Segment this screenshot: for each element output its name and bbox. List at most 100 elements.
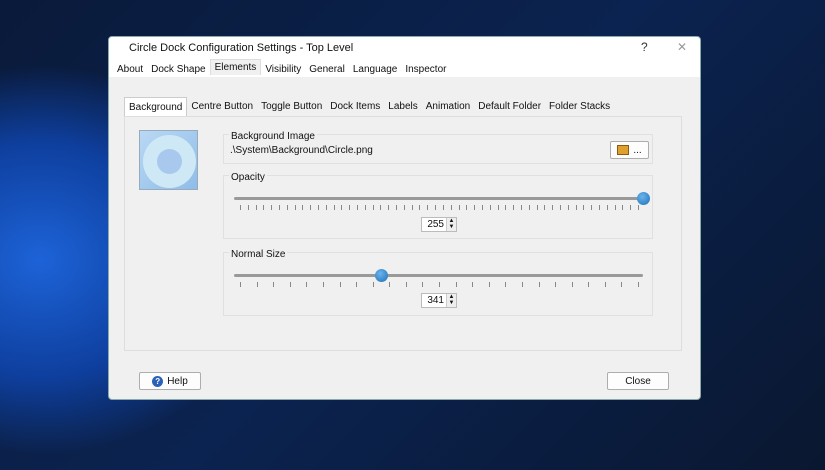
tab-elements[interactable]: Elements [209, 59, 262, 75]
tick-mark [614, 205, 616, 210]
close-button[interactable]: Close [607, 372, 669, 390]
tick-mark [505, 282, 507, 287]
normal-size-spinbox[interactable]: 341 ▲ ▼ [421, 293, 457, 308]
opacity-group: Opacity 255 ▲ ▼ [223, 172, 653, 239]
subtab-background[interactable]: Background [124, 97, 188, 117]
help-title-button[interactable]: ? [641, 40, 648, 54]
tick-mark [439, 282, 440, 287]
tab-general[interactable]: General [305, 62, 349, 77]
tick-mark [380, 205, 382, 210]
tick-mark [256, 282, 258, 287]
tick-mark [263, 205, 265, 210]
tick-mark [388, 205, 390, 210]
subtab-toggle-button[interactable]: Toggle Button [257, 97, 326, 117]
tick-mark [505, 205, 507, 210]
tick-mark [489, 205, 491, 210]
spin-arrows-icon[interactable]: ▲ ▼ [446, 218, 456, 231]
normal-size-label: Normal Size [229, 249, 288, 260]
tick-mark [575, 205, 577, 210]
tick-mark [552, 205, 554, 210]
tab-visibility[interactable]: Visibility [261, 62, 305, 77]
tab-about[interactable]: About [113, 62, 147, 77]
normal-size-slider-thumb[interactable] [375, 269, 389, 282]
subtab-default-folder[interactable]: Default Folder [474, 97, 545, 117]
background-panel: Background Image .\System\Background\Cir… [124, 116, 682, 351]
main-tabs: About Dock Shape Elements Visibility Gen… [109, 59, 700, 77]
tick-mark [538, 282, 540, 287]
tick-mark [591, 205, 593, 210]
tick-mark [325, 205, 327, 210]
tick-mark [372, 205, 374, 210]
opacity-spinbox[interactable]: 255 ▲ ▼ [421, 217, 457, 232]
tick-mark [403, 205, 405, 210]
normal-size-slider[interactable] [234, 269, 643, 282]
tick-mark [372, 282, 374, 287]
tick-mark [583, 205, 585, 210]
spin-arrows-icon[interactable]: ▲ ▼ [446, 294, 456, 307]
tick-mark [339, 282, 341, 287]
normal-size-ticks [240, 282, 639, 287]
subtab-dock-items[interactable]: Dock Items [326, 97, 384, 117]
tick-mark [571, 282, 573, 287]
tick-mark [306, 282, 308, 287]
close-window-button[interactable]: ✕ [677, 40, 687, 54]
tick-mark [349, 205, 351, 210]
opacity-ticks [240, 205, 639, 210]
background-image-group: Background Image .\System\Background\Cir… [223, 131, 653, 164]
tick-mark [621, 282, 623, 287]
tick-mark [513, 205, 515, 210]
help-icon: ? [152, 375, 164, 387]
help-button[interactable]: ? Help [139, 372, 201, 390]
tick-mark [520, 205, 522, 210]
tick-mark [606, 205, 608, 210]
tick-mark [435, 205, 437, 210]
opacity-slider[interactable] [234, 192, 650, 205]
tick-mark [450, 205, 452, 210]
subtab-labels[interactable]: Labels [384, 97, 421, 117]
tick-mark [333, 205, 335, 210]
tick-mark [422, 282, 424, 287]
tab-dock-shape[interactable]: Dock Shape [147, 62, 209, 77]
tick-mark [419, 205, 421, 210]
subtab-folder-stacks[interactable]: Folder Stacks [545, 97, 614, 117]
browse-button[interactable]: ... [610, 141, 649, 159]
tick-mark [638, 205, 639, 210]
tick-mark [411, 205, 413, 210]
background-image-label: Background Image [229, 131, 317, 142]
tick-mark [356, 282, 358, 287]
tick-mark [405, 282, 407, 287]
tick-mark [521, 282, 523, 287]
tick-mark [302, 205, 304, 210]
tick-mark [604, 282, 606, 287]
subtab-centre-button[interactable]: Centre Button [187, 97, 257, 117]
tick-mark [555, 282, 557, 287]
tick-mark [286, 205, 288, 210]
background-preview [139, 130, 198, 190]
tick-mark [630, 205, 632, 210]
tick-mark [389, 282, 391, 287]
tick-mark [638, 282, 639, 287]
tab-inspector[interactable]: Inspector [401, 62, 450, 77]
tick-mark [240, 205, 241, 210]
tick-mark [488, 282, 490, 287]
tick-mark [455, 282, 457, 287]
tick-mark [536, 205, 538, 210]
tick-mark [255, 205, 257, 210]
folder-icon [617, 145, 630, 155]
tick-mark [458, 205, 460, 210]
elements-panel: Background Centre Button Toggle Button D… [124, 97, 682, 351]
tick-mark [364, 205, 366, 210]
opacity-slider-thumb[interactable] [637, 192, 650, 205]
tick-mark [294, 205, 296, 210]
tab-language[interactable]: Language [349, 62, 402, 77]
subtab-animation[interactable]: Animation [422, 97, 474, 117]
tick-mark [528, 205, 530, 210]
tick-mark [622, 205, 624, 210]
opacity-label: Opacity [229, 172, 267, 183]
tick-mark [567, 205, 569, 210]
tick-mark [341, 205, 343, 210]
tick-mark [442, 205, 444, 210]
tick-mark [318, 205, 320, 210]
tick-mark [310, 205, 312, 210]
tick-mark [472, 282, 474, 287]
